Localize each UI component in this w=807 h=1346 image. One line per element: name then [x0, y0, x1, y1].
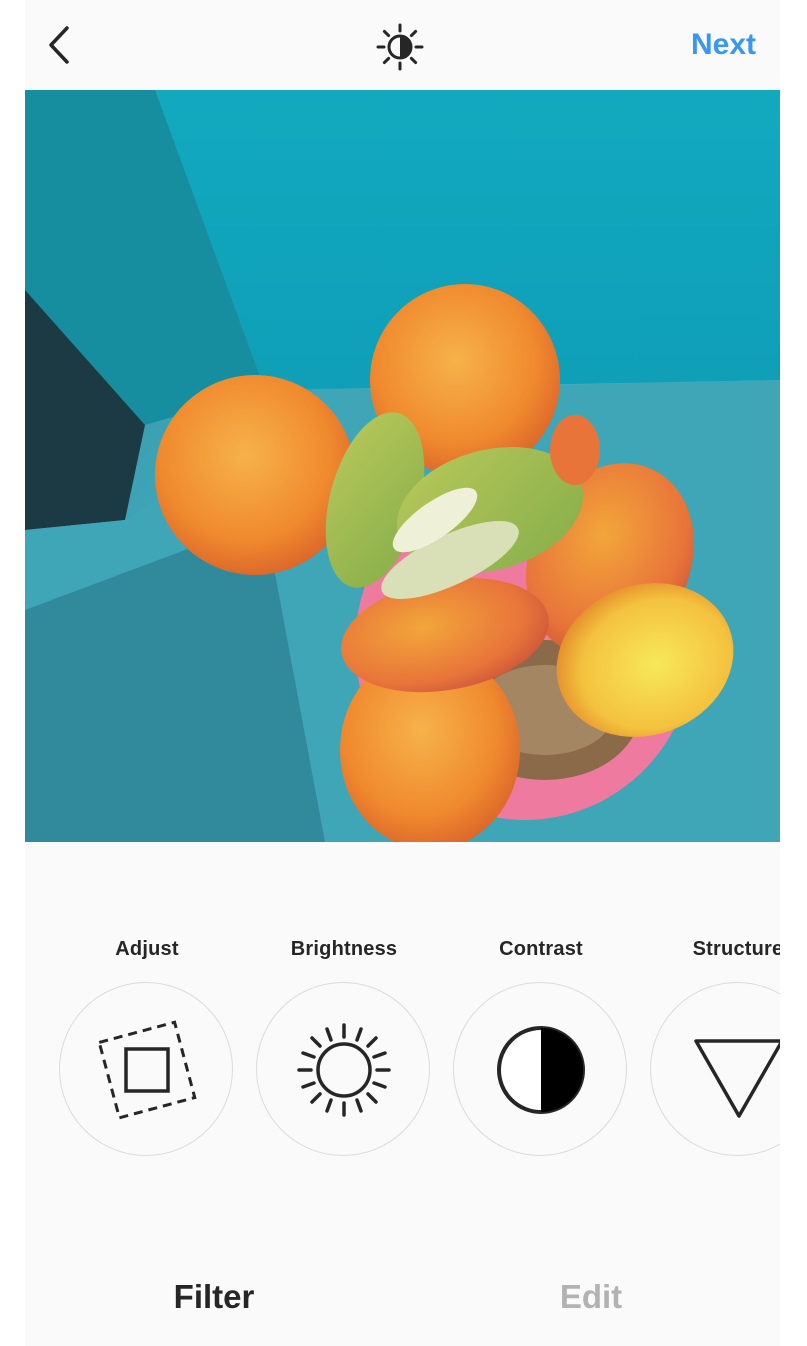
tools-strip: Adjust Brightness Contrast Structure: [25, 842, 780, 1222]
brightness-icon: [297, 1023, 391, 1117]
structure-icon: [694, 1039, 780, 1118]
tab-edit[interactable]: Edit: [402, 1278, 780, 1316]
contrast-icon: [497, 1026, 585, 1114]
tool-label: Contrast: [499, 938, 583, 960]
photo-preview: [25, 90, 780, 842]
top-bar: Next: [25, 0, 780, 90]
tool-label: Structure: [692, 938, 780, 960]
succulent-photo: [25, 90, 780, 842]
adjust-icon: [97, 1020, 197, 1120]
app-frame: Next Adjust Brightness Contrast Structur…: [25, 0, 780, 1346]
tab-filter[interactable]: Filter: [25, 1278, 403, 1316]
lux-icon[interactable]: [375, 22, 425, 72]
tool-circle: [453, 982, 627, 1156]
next-button[interactable]: Next: [691, 28, 756, 62]
chevron-left-icon[interactable]: [39, 22, 79, 68]
bottom-tabs: Filter Edit: [25, 1222, 780, 1346]
tool-circle: [256, 982, 430, 1156]
tool-label: Brightness: [290, 938, 398, 960]
tool-circle: [59, 982, 233, 1156]
tool-label: Adjust: [115, 938, 179, 960]
tool-circle: [650, 982, 780, 1156]
